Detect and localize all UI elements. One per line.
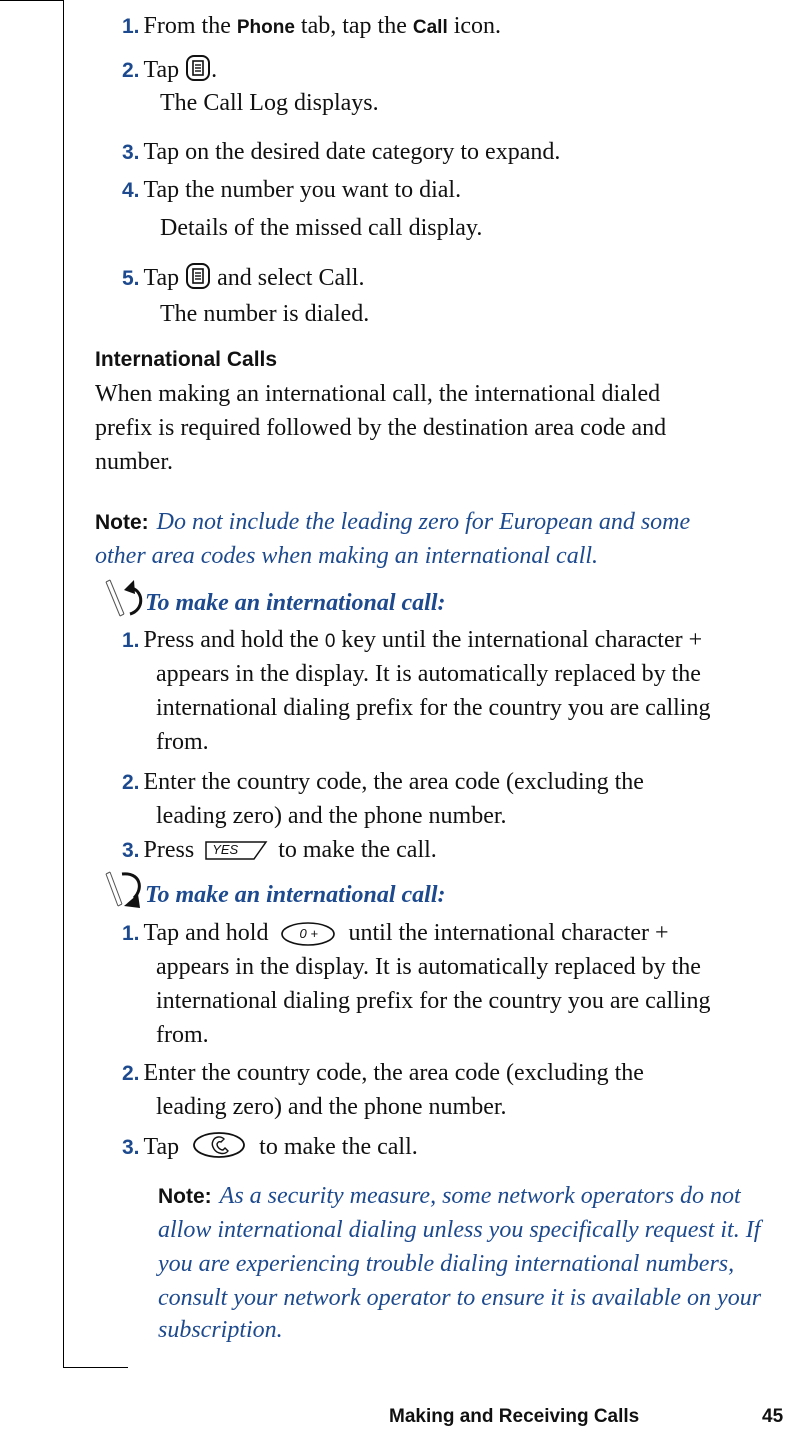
zero-plus-key-icon: 0 + [280, 921, 336, 947]
margin-rule-bottom [63, 1367, 128, 1368]
step-5-result: The number is dialed. [160, 301, 370, 327]
body-line: prefix is required followed by the desti… [95, 415, 667, 441]
note-2: Note: As a security measure, some network… [158, 1183, 741, 1209]
proc2-step-2-line: leading zero) and the phone number. [156, 1094, 507, 1120]
page-number: 45 [762, 1406, 784, 1427]
note-2-line: consult your network operator to ensure … [158, 1285, 762, 1311]
proc1-step-1-line: appears in the display. It is automatica… [156, 661, 701, 687]
step-3: 3. Tap on the desired date category to ex… [122, 139, 561, 165]
phone-handset-icon [191, 1130, 247, 1167]
proc1-step-2-line: leading zero) and the phone number. [156, 803, 507, 829]
proc1-step-1-line: from. [156, 729, 209, 755]
procedure-title: To make an international call: [145, 590, 446, 616]
proc2-step-3: 3. Tap to make the call. [122, 1130, 418, 1167]
proc2-step-1-line: appears in the display. It is automatica… [156, 954, 701, 980]
note-1: Note: Do not include the leading zero for… [95, 509, 691, 535]
proc2-step-1: 1. Tap and hold 0 + until the internation… [122, 920, 669, 947]
body-line: When making an international call, the i… [95, 381, 661, 407]
proc2-step-1-line: international dialing prefix for the cou… [156, 988, 711, 1014]
proc1-step-1-line: international dialing prefix for the cou… [156, 695, 711, 721]
stylus-clockwise-icon [100, 866, 146, 917]
call-icon-ref: Call [412, 17, 448, 38]
step-4-result: Details of the missed call display. [160, 215, 483, 241]
section-heading: International Calls [95, 348, 278, 371]
step-5: 5. Tap and select Call. [122, 262, 364, 297]
margin-rule-vertical [63, 0, 64, 1368]
body-line: number. [95, 449, 173, 475]
stylus-counterclockwise-icon [100, 576, 146, 625]
procedure-title: To make an international call: [145, 882, 446, 908]
proc1-step-3: 3. Press YES to make the call. [122, 837, 437, 863]
proc1-step-2: 2. Enter the country code, the area code … [122, 769, 644, 795]
proc1-step-1: 1. Press and hold the 0 key until the int… [122, 627, 703, 653]
step-2-result: The Call Log displays. [160, 90, 379, 116]
margin-rule-top [0, 0, 64, 1]
note-1-line: other area codes when making an internat… [95, 543, 599, 569]
yes-key-icon: YES [204, 839, 268, 863]
menu-icon [185, 262, 211, 297]
proc2-step-1-line: from. [156, 1022, 209, 1048]
zero-key-ref: 0 [324, 631, 336, 652]
note-2-line: subscription. [158, 1317, 283, 1343]
phone-tab-ref: Phone [236, 17, 295, 38]
menu-icon [185, 54, 211, 89]
step-2: 2. Tap . [122, 54, 217, 89]
footer-section-title: Making and Receiving Calls [389, 1406, 640, 1427]
note-2-line: allow international dialing unless you s… [158, 1217, 761, 1243]
step-4: 4. Tap the number you want to dial. [122, 177, 462, 203]
proc2-step-2: 2. Enter the country code, the area code … [122, 1060, 644, 1086]
step-1: 1. From the Phone tab, tap the Call icon. [122, 13, 502, 39]
note-2-line: you are experiencing trouble dialing int… [158, 1251, 735, 1277]
